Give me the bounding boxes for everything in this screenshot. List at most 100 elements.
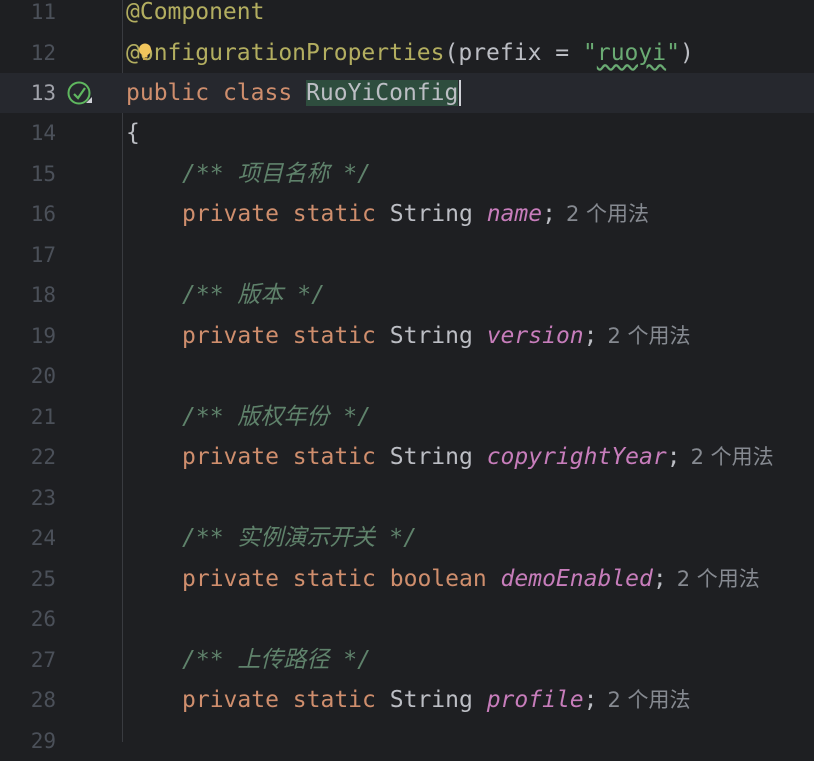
line-number[interactable]: 18: [0, 275, 56, 315]
string-quote: ": [583, 40, 597, 66]
code-line[interactable]: 26: [0, 599, 814, 640]
line-number[interactable]: 25: [0, 559, 56, 599]
doc-comment: /** 实例演示开关 */: [182, 525, 417, 551]
code-line[interactable]: 20: [0, 356, 814, 397]
open-brace: {: [126, 120, 140, 146]
semicolon: ;: [584, 687, 598, 713]
spring-bean-icon[interactable]: [66, 79, 94, 107]
code-line[interactable]: 14 {: [0, 113, 814, 154]
code-text[interactable]: private static boolean demoEnabled; 2 个用法: [182, 559, 760, 599]
keyword-private: private: [182, 201, 279, 227]
code-line[interactable]: 19 private static String version; 2 个用法: [0, 316, 814, 357]
type-string: String: [390, 444, 473, 470]
usages-inlay-hint[interactable]: 2 个用法: [566, 202, 649, 226]
annotation-configuration-properties: onfigurationProperties: [140, 40, 445, 66]
line-number[interactable]: 29: [0, 721, 56, 761]
code-text[interactable]: private static String version; 2 个用法: [182, 316, 691, 356]
class-name-selected[interactable]: RuoYiConfig: [306, 80, 458, 106]
doc-comment: /** 上传路径 */: [182, 647, 371, 673]
code-text[interactable]: public class RuoYiConfig: [126, 73, 461, 113]
code-line[interactable]: 11 @Component: [0, 0, 814, 33]
line-number[interactable]: 27: [0, 640, 56, 680]
keyword-static: static: [293, 323, 376, 349]
code-text[interactable]: private static String name;2 个用法: [182, 194, 649, 234]
code-text[interactable]: /** 实例演示开关 */: [182, 518, 417, 558]
type-string: String: [390, 323, 473, 349]
line-number[interactable]: 13: [0, 73, 56, 113]
line-number[interactable]: 14: [0, 113, 56, 153]
semicolon: ;: [653, 566, 667, 592]
code-text[interactable]: @onfigurationProperties(prefix = "ruoyi"…: [126, 33, 694, 73]
line-number[interactable]: 26: [0, 599, 56, 639]
code-line[interactable]: 29: [0, 721, 814, 761]
keyword-static: static: [293, 687, 376, 713]
line-number[interactable]: 22: [0, 437, 56, 477]
semicolon: ;: [667, 444, 681, 470]
code-line[interactable]: 12 @onfigurationProperties(prefix = "ruo…: [0, 33, 814, 74]
line-number[interactable]: 28: [0, 680, 56, 720]
keyword-static: static: [293, 444, 376, 470]
line-number[interactable]: 20: [0, 356, 56, 396]
usages-inlay-hint[interactable]: 2 个用法: [608, 324, 691, 348]
code-text[interactable]: private static String profile; 2 个用法: [182, 680, 691, 720]
code-line[interactable]: 21 /** 版权年份 */: [0, 397, 814, 438]
code-text[interactable]: {: [126, 113, 140, 153]
doc-comment: /** 版本 */: [182, 282, 325, 308]
code-text[interactable]: /** 上传路径 */: [182, 640, 371, 680]
code-line[interactable]: 28 private static String profile; 2 个用法: [0, 680, 814, 721]
code-line[interactable]: 22 private static String copyrightYear; 2…: [0, 437, 814, 478]
code-text[interactable]: /** 版本 */: [182, 275, 325, 315]
code-line[interactable]: 23: [0, 478, 814, 519]
line-number[interactable]: 23: [0, 478, 56, 518]
line-number[interactable]: 12: [0, 33, 56, 73]
string-quote: ": [666, 40, 680, 66]
usages-inlay-hint[interactable]: 2 个用法: [691, 445, 774, 469]
code-line[interactable]: 17: [0, 235, 814, 276]
field-name[interactable]: name: [487, 201, 542, 227]
line-number[interactable]: 16: [0, 194, 56, 234]
keyword-class: class: [223, 80, 292, 106]
annotation-args-open: (prefix =: [445, 40, 583, 66]
line-number[interactable]: 24: [0, 518, 56, 558]
field-version[interactable]: version: [487, 323, 584, 349]
semicolon: ;: [542, 201, 556, 227]
code-text[interactable]: private static String copyrightYear; 2 个用…: [182, 437, 774, 477]
keyword-private: private: [182, 323, 279, 349]
keyword-private: private: [182, 444, 279, 470]
code-line[interactable]: 27 /** 上传路径 */: [0, 640, 814, 681]
line-number[interactable]: 11: [0, 0, 56, 32]
annotation-args-close: ): [680, 40, 694, 66]
line-number[interactable]: 21: [0, 397, 56, 437]
text-caret: [459, 80, 461, 106]
code-line-current[interactable]: 13 public class RuoYiConfig: [0, 73, 814, 114]
type-string: String: [390, 687, 473, 713]
doc-comment: /** 版权年份 */: [182, 404, 371, 430]
keyword-private: private: [182, 566, 279, 592]
semicolon: ;: [584, 323, 598, 349]
doc-comment: /** 项目名称 */: [182, 161, 371, 187]
line-number[interactable]: 15: [0, 154, 56, 194]
usages-inlay-hint[interactable]: 2 个用法: [608, 688, 691, 712]
keyword-static: static: [293, 201, 376, 227]
prefix-value: ruoyi: [597, 40, 666, 66]
code-line[interactable]: 18 /** 版本 */: [0, 275, 814, 316]
line-number[interactable]: 19: [0, 316, 56, 356]
code-line[interactable]: 15 /** 项目名称 */: [0, 154, 814, 195]
usages-inlay-hint[interactable]: 2 个用法: [677, 567, 760, 591]
field-copyright-year[interactable]: copyrightYear: [487, 444, 667, 470]
field-profile[interactable]: profile: [487, 687, 584, 713]
keyword-static: static: [293, 566, 376, 592]
field-demo-enabled[interactable]: demoEnabled: [501, 566, 653, 592]
annotation-component: @Component: [126, 0, 264, 25]
type-boolean: boolean: [390, 566, 487, 592]
code-text[interactable]: /** 版权年份 */: [182, 397, 371, 437]
code-line[interactable]: 24 /** 实例演示开关 */: [0, 518, 814, 559]
code-line[interactable]: 25 private static boolean demoEnabled; 2 …: [0, 559, 814, 600]
keyword-public: public: [126, 80, 209, 106]
code-text[interactable]: /** 项目名称 */: [182, 154, 371, 194]
keyword-private: private: [182, 687, 279, 713]
code-text[interactable]: @Component: [126, 0, 264, 32]
code-line[interactable]: 16 private static String name;2 个用法: [0, 194, 814, 235]
lightbulb-icon[interactable]: [138, 43, 152, 61]
line-number[interactable]: 17: [0, 235, 56, 275]
